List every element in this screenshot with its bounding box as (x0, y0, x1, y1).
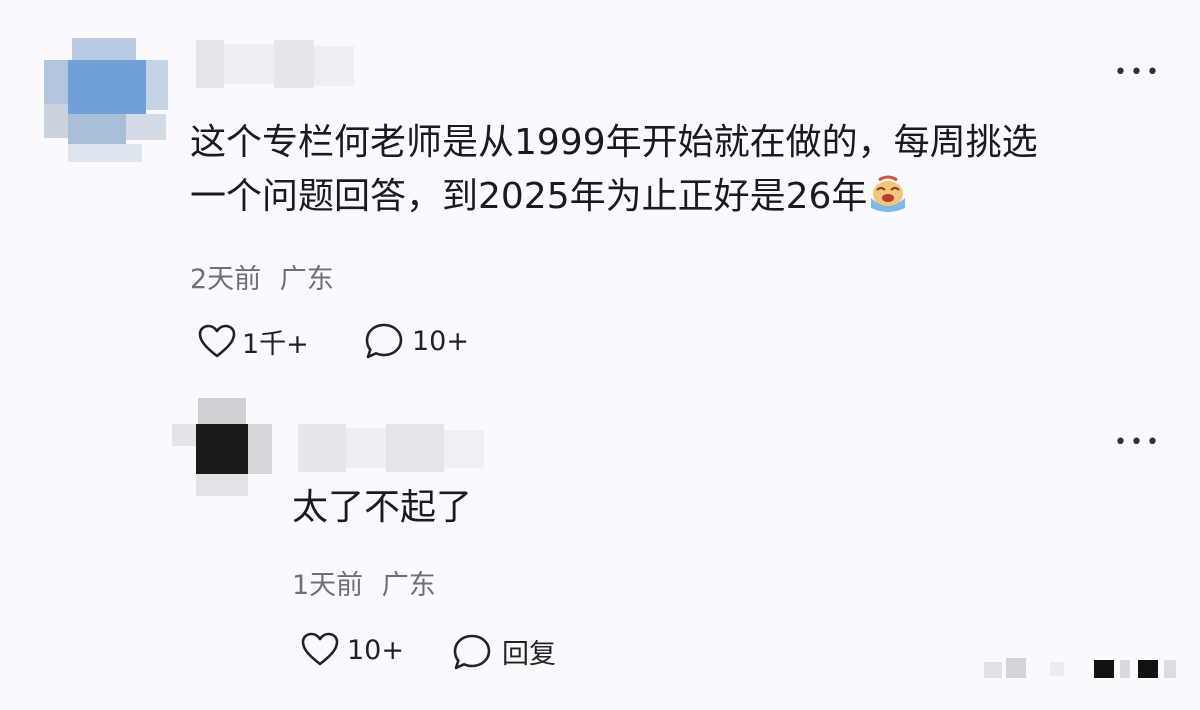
comment-meta: 2天前 广东 (190, 257, 334, 296)
reply-button[interactable]: 回复 (452, 632, 556, 671)
comment-text-line1: 这个专栏何老师是从1999年开始就在做的，每周挑选 (190, 122, 1038, 163)
more-options-icon[interactable]: ••• (1114, 62, 1162, 84)
reply-avatar[interactable] (172, 398, 272, 498)
reply-label: 回复 (502, 639, 556, 670)
watermark (984, 656, 1184, 682)
reply-time: 1天前 (292, 570, 364, 601)
avatar[interactable] (44, 38, 168, 162)
reply-location: 广东 (381, 570, 436, 601)
reply-count: 10+ (412, 325, 469, 357)
heart-icon (198, 324, 236, 357)
reply-like-button[interactable]: 10+ (301, 632, 404, 668)
heart-icon (301, 632, 339, 666)
comment-time: 2天前 (190, 264, 262, 295)
comment-location: 广东 (279, 264, 334, 295)
comment-bubble-icon (453, 634, 491, 669)
comment-text: 这个专栏何老师是从1999年开始就在做的，每周挑选 一个问题回答，到2025年为… (190, 116, 1150, 224)
reply-count-button[interactable]: 10+ (364, 322, 469, 360)
reply-text: 太了不起了 (292, 487, 473, 528)
crying-face-emoji-icon (871, 175, 906, 212)
username-blurred[interactable] (196, 40, 354, 88)
like-count: 1千+ (242, 329, 309, 360)
reply-more-options-icon[interactable]: ••• (1114, 432, 1162, 454)
like-button[interactable]: 1千+ (198, 322, 309, 361)
reply-like-count: 10+ (347, 634, 404, 666)
reply-meta: 1天前 广东 (292, 563, 436, 602)
comment-text-line2: 一个问题回答，到2025年为止正好是26年 (190, 176, 868, 217)
comment-bubble-icon (365, 323, 403, 359)
reply-username-blurred[interactable] (298, 424, 488, 474)
